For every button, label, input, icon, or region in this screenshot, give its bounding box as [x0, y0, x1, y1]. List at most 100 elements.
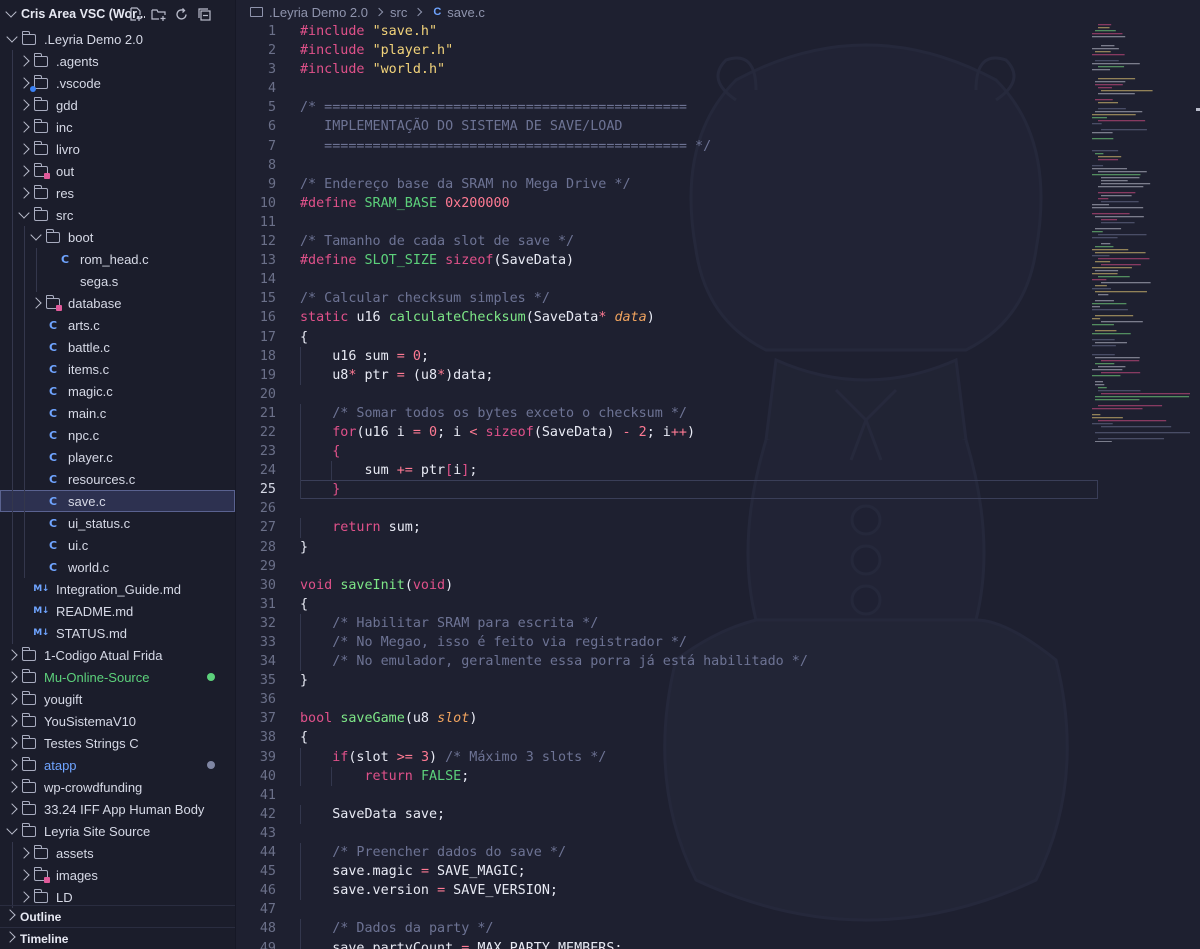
code-editor[interactable]: .Leyria Demo 2.0 src C save.c 1 #include …: [236, 0, 1200, 949]
code-line[interactable]: 2 #include "player.h": [236, 41, 1200, 60]
chevron-right-icon[interactable]: [18, 891, 30, 903]
code-line[interactable]: 8: [236, 156, 1200, 175]
tree-folder[interactable]: wp-crowdfunding: [0, 776, 235, 798]
chevron-right-icon[interactable]: [18, 847, 30, 859]
tree-folder[interactable]: database: [0, 292, 235, 314]
code-line[interactable]: 17 {: [236, 328, 1200, 347]
chevron-right-icon[interactable]: [6, 671, 18, 683]
chevron-right-icon[interactable]: [6, 737, 18, 749]
code-line[interactable]: 46 save.version = SAVE_VERSION;: [236, 881, 1200, 901]
code-line[interactable]: 25 }: [236, 480, 1200, 500]
code-line[interactable]: 32 /* Habilitar SRAM para escrita */: [236, 613, 1200, 633]
tree-folder[interactable]: .vscode: [0, 72, 235, 94]
code-line[interactable]: 4: [236, 79, 1200, 98]
tree-file[interactable]: Carts.c: [0, 314, 235, 336]
code-area[interactable]: 1 #include "save.h" 2 #include "player.h" 3 #…: [236, 22, 1200, 949]
code-line[interactable]: 26: [236, 499, 1200, 518]
tree-folder[interactable]: boot: [0, 226, 235, 248]
code-line[interactable]: 42 SaveData save;: [236, 804, 1200, 824]
breadcrumb-item-src[interactable]: src: [390, 5, 407, 20]
code-line[interactable]: 47: [236, 900, 1200, 919]
code-line[interactable]: 24 sum += ptr[i];: [236, 461, 1200, 481]
code-line[interactable]: 7 ======================================…: [236, 137, 1200, 156]
chevron-right-icon[interactable]: [18, 55, 30, 67]
code-line[interactable]: 18 u16 sum = 0;: [236, 346, 1200, 366]
workspace-header[interactable]: Cris Area VSC (Wor...: [0, 0, 235, 28]
tree-folder[interactable]: 33.24 IFF App Human Body: [0, 798, 235, 820]
code-line[interactable]: 48 /* Dados da party */: [236, 919, 1200, 939]
code-line[interactable]: 10 #define SRAM_BASE 0x200000: [236, 194, 1200, 213]
code-line[interactable]: 12 /* Tamanho de cada slot de save */: [236, 232, 1200, 251]
chevron-down-icon[interactable]: [5, 6, 17, 18]
timeline-panel-header[interactable]: Timeline: [0, 927, 235, 949]
chevron-right-icon[interactable]: [6, 759, 18, 771]
tree-folder[interactable]: res: [0, 182, 235, 204]
code-line[interactable]: 37 bool saveGame(u8 slot): [236, 709, 1200, 728]
chevron-right-icon[interactable]: [6, 693, 18, 705]
new-folder-icon[interactable]: [151, 7, 166, 21]
minimap[interactable]: [1090, 22, 1194, 442]
tree-folder[interactable]: yougift: [0, 688, 235, 710]
code-line[interactable]: 28}: [236, 538, 1200, 557]
code-line[interactable]: 14: [236, 270, 1200, 289]
chevron-right-icon[interactable]: [18, 121, 30, 133]
chevron-right-icon[interactable]: [6, 715, 18, 727]
tree-file[interactable]: Cresources.c: [0, 468, 235, 490]
code-line[interactable]: 38 {: [236, 728, 1200, 747]
code-line[interactable]: 23 {: [236, 442, 1200, 462]
code-line[interactable]: 22 for(u16 i = 0; i < sizeof(SaveData) -…: [236, 422, 1200, 443]
chevron-right-icon[interactable]: [18, 187, 30, 199]
code-line[interactable]: 29: [236, 557, 1200, 576]
code-line[interactable]: 35}: [236, 671, 1200, 690]
tree-file[interactable]: Cmagic.c: [0, 380, 235, 402]
tree-folder[interactable]: YouSistemaV10: [0, 710, 235, 732]
tree-file[interactable]: Cnpc.c: [0, 424, 235, 446]
code-line[interactable]: 39 if(slot >= 3) /* Máximo 3 slots */: [236, 747, 1200, 767]
tree-folder[interactable]: .Leyria Demo 2.0: [0, 28, 235, 50]
breadcrumb-item-file[interactable]: save.c: [447, 5, 485, 20]
chevron-right-icon[interactable]: [18, 99, 30, 111]
code-line[interactable]: 43: [236, 824, 1200, 843]
code-line[interactable]: 49 save.partyCount = MAX_PARTY_MEMBERS;: [236, 938, 1200, 949]
tree-file[interactable]: Cui_status.c: [0, 512, 235, 534]
code-line[interactable]: 36: [236, 690, 1200, 709]
chevron-right-icon[interactable]: [18, 869, 30, 881]
tree-file[interactable]: Citems.c: [0, 358, 235, 380]
code-line[interactable]: 34 /* No emulador, geralmente essa porra…: [236, 652, 1200, 672]
tree-folder[interactable]: .agents: [0, 50, 235, 72]
code-line[interactable]: 45 save.magic = SAVE_MAGIC;: [236, 862, 1200, 882]
tree-file[interactable]: Crom_head.c: [0, 248, 235, 270]
chevron-down-icon[interactable]: [30, 229, 42, 241]
tree-file[interactable]: Cui.c: [0, 534, 235, 556]
tree-folder[interactable]: gdd: [0, 94, 235, 116]
code-line[interactable]: 41: [236, 786, 1200, 805]
code-line[interactable]: 40 return FALSE;: [236, 766, 1200, 786]
refresh-icon[interactable]: [174, 7, 189, 21]
tree-file[interactable]: Cmain.c: [0, 402, 235, 424]
tree-folder[interactable]: Mu-Online-Source: [0, 666, 235, 688]
scrollbar-marker[interactable]: [1196, 108, 1200, 111]
tree-file[interactable]: Cbattle.c: [0, 336, 235, 358]
code-line[interactable]: 13 #define SLOT_SIZE sizeof(SaveData): [236, 251, 1200, 270]
code-line[interactable]: 15 /* Calcular checksum simples */: [236, 289, 1200, 308]
code-line[interactable]: 6 IMPLEMENTAÇÃO DO SISTEMA DE SAVE/LOAD: [236, 117, 1200, 136]
code-line[interactable]: 11: [236, 213, 1200, 232]
chevron-right-icon[interactable]: [30, 297, 42, 309]
code-line[interactable]: 31 {: [236, 595, 1200, 614]
chevron-down-icon[interactable]: [18, 207, 30, 219]
tree-folder[interactable]: images: [0, 864, 235, 886]
chevron-right-icon[interactable]: [18, 165, 30, 177]
chevron-down-icon[interactable]: [6, 31, 18, 43]
tree-file[interactable]: M↓ README.md: [0, 600, 235, 622]
chevron-right-icon[interactable]: [6, 781, 18, 793]
code-line[interactable]: 3 #include "world.h": [236, 60, 1200, 79]
tree-file[interactable]: M↓ STATUS.md: [0, 622, 235, 644]
code-line[interactable]: 16 static u16 calculateChecksum(SaveData*…: [236, 308, 1200, 327]
tree-folder[interactable]: inc: [0, 116, 235, 138]
code-line[interactable]: 44 /* Preencher dados do save */: [236, 843, 1200, 863]
code-line[interactable]: 20: [236, 385, 1200, 404]
new-file-icon[interactable]: [128, 7, 143, 21]
code-line[interactable]: 27 return sum;: [236, 518, 1200, 538]
tree-file[interactable]: Csave.c: [0, 490, 235, 512]
tree-folder[interactable]: assets: [0, 842, 235, 864]
